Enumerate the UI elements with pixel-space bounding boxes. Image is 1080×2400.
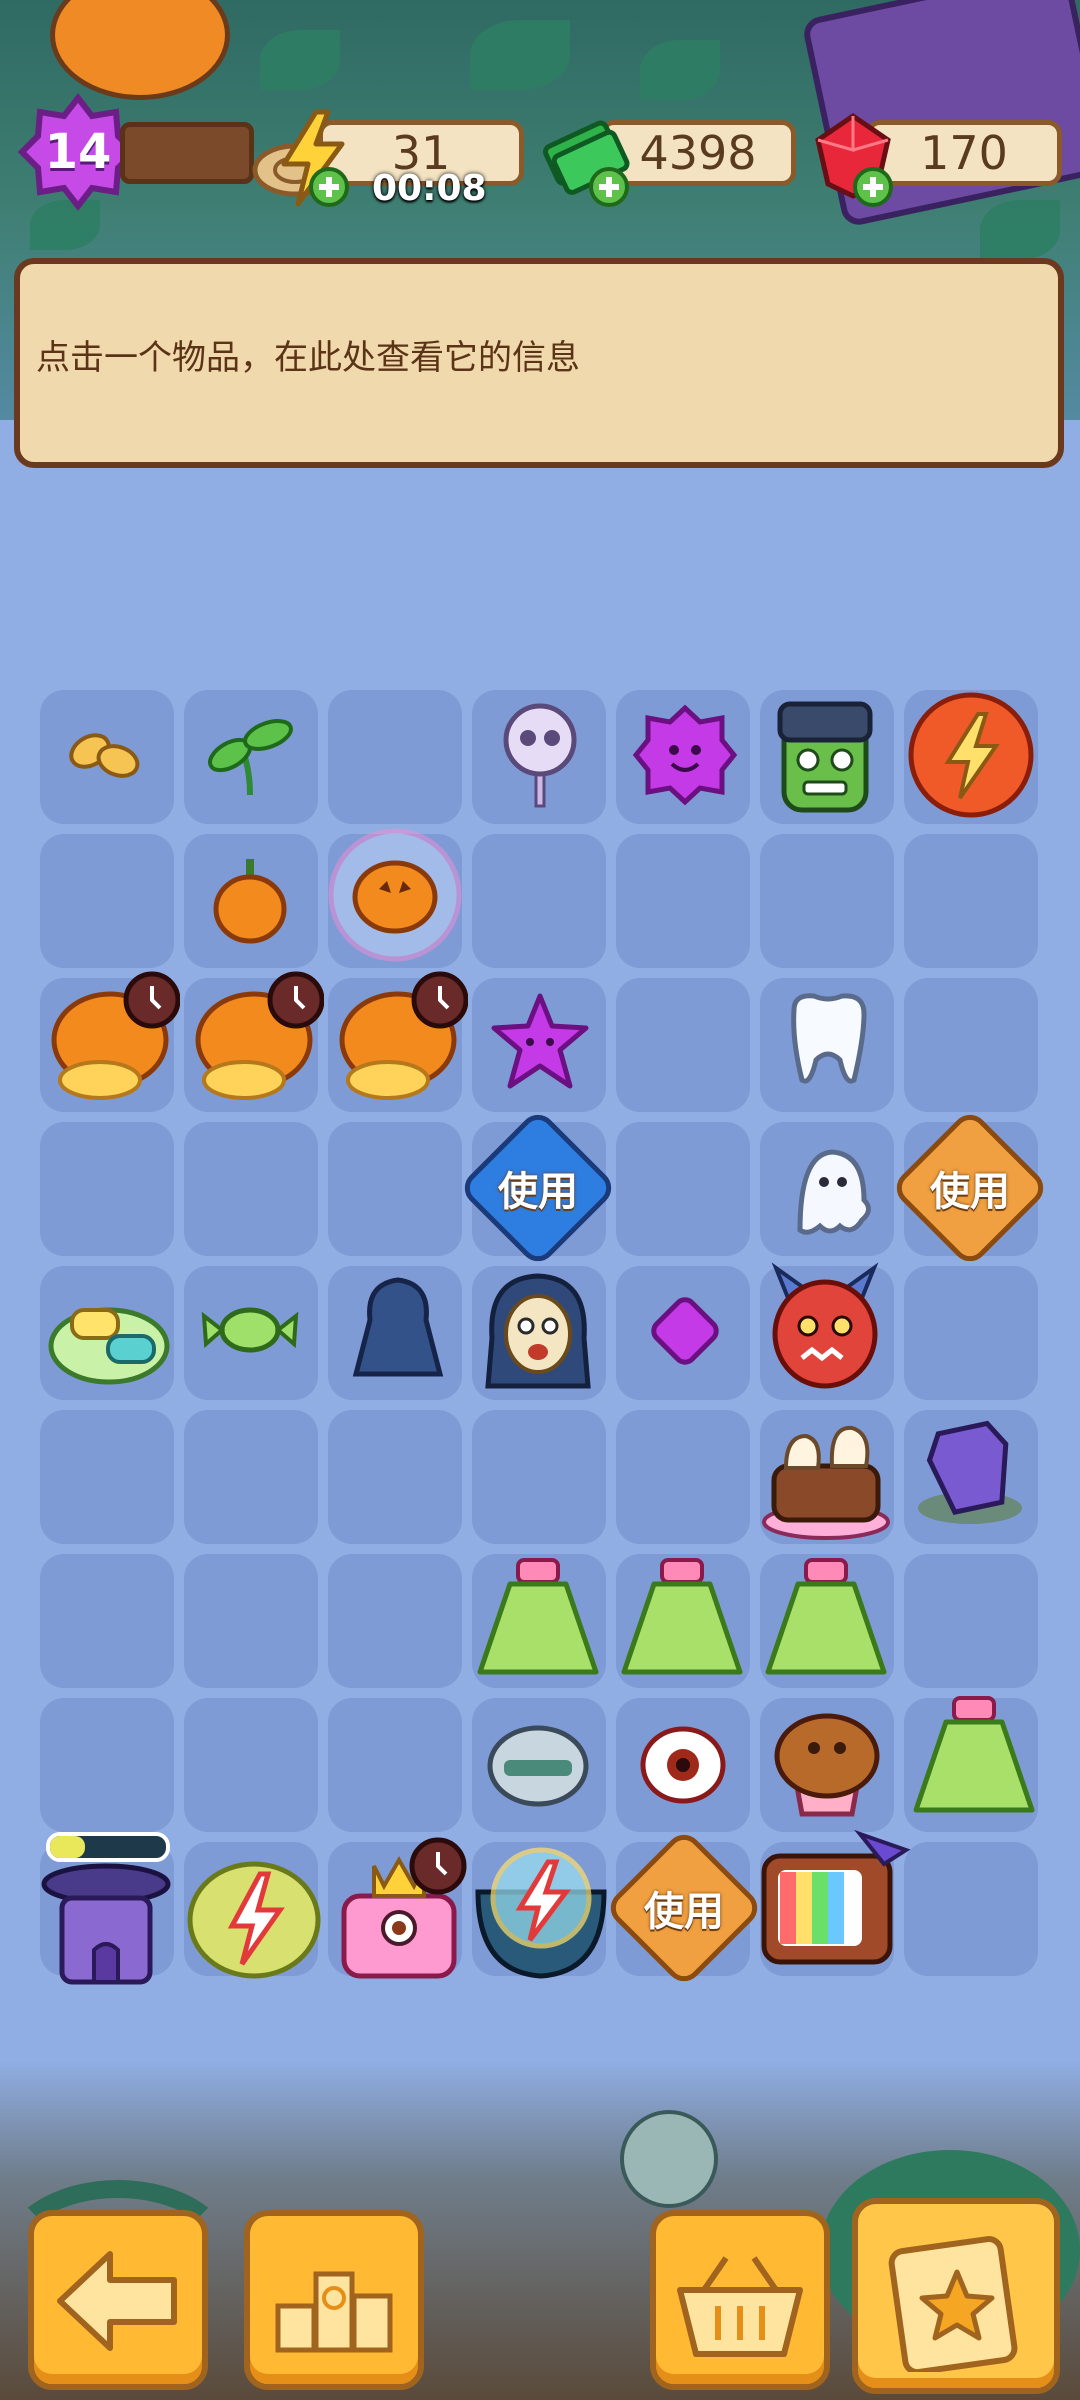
ghost-cake-item[interactable] [756, 1406, 896, 1542]
board-cell-r2-c5[interactable] [616, 834, 750, 968]
board-cell-r6-c1[interactable] [40, 1410, 174, 1544]
seeds-item[interactable] [60, 715, 150, 795]
use-label: 使用 [930, 1169, 1010, 1215]
board-cell-r2-c1[interactable] [40, 834, 174, 968]
board-cell-r4-c5[interactable] [616, 1122, 750, 1256]
lemon-energy-generator[interactable] [180, 1834, 328, 1984]
use-label: 使用 [644, 1889, 724, 1935]
purple-slime-star-item[interactable] [488, 990, 592, 1094]
purple-gem-item[interactable] [640, 1286, 730, 1376]
board-cell-r6-c4[interactable] [472, 1410, 606, 1544]
mummy-head-item[interactable] [484, 1720, 592, 1810]
leaderboard-button[interactable] [244, 2210, 424, 2390]
board-cell-r7-c2[interactable] [184, 1554, 318, 1688]
candy-plate-item[interactable] [44, 1270, 174, 1390]
purple-slime-flower-item[interactable] [630, 700, 740, 810]
board-cell-r5-c7[interactable] [904, 1266, 1038, 1400]
shop-button[interactable] [650, 2210, 830, 2390]
ghost-item[interactable] [780, 1140, 880, 1240]
add-cash-icon[interactable] [588, 166, 630, 208]
use-booster-orange[interactable]: 使用 [889, 1107, 1051, 1269]
energy-timer: 00:08 [372, 168, 487, 209]
board-cell-r8-c3[interactable] [328, 1698, 462, 1832]
cauldron-energy-generator[interactable] [458, 1822, 624, 1992]
skull-lollipop-item[interactable] [492, 700, 588, 810]
tooth-item[interactable] [780, 990, 876, 1090]
basket-icon [677, 2256, 803, 2357]
board-cell-r6-c2[interactable] [184, 1410, 318, 1544]
gem-value: 170 [920, 126, 1008, 180]
pumpkin-cart-item-1[interactable] [40, 970, 180, 1110]
muffin-item[interactable] [768, 1700, 886, 1820]
coffin-item[interactable] [910, 1412, 1030, 1532]
podium-icon [275, 2271, 393, 2353]
pumpkin-item[interactable] [210, 855, 290, 945]
board-cell-r1-c3[interactable] [328, 690, 462, 824]
cash-value: 4398 [639, 126, 757, 180]
board-cell-r2-c6[interactable] [760, 834, 894, 968]
back-button[interactable] [28, 2210, 208, 2390]
eyeball-item[interactable] [636, 1722, 730, 1808]
board-cell-r8-c1[interactable] [40, 1698, 174, 1832]
use-label: 使用 [498, 1169, 578, 1215]
board-cell-r4-c3[interactable] [328, 1122, 462, 1256]
add-energy-icon[interactable] [308, 166, 350, 208]
dark-cloak-item[interactable] [340, 1270, 456, 1386]
board-cell-r7-c3[interactable] [328, 1554, 462, 1688]
sprout-item[interactable] [200, 705, 300, 805]
xp-progress-bar [120, 122, 254, 184]
board-cell-r4-c2[interactable] [184, 1122, 318, 1256]
info-panel-text: 点击一个物品，在此处查看它的信息 [36, 338, 580, 378]
board-cell-r7-c7[interactable] [904, 1554, 1038, 1688]
use-booster-blue[interactable]: 使用 [457, 1107, 619, 1269]
board-cell-r3-c5[interactable] [616, 978, 750, 1112]
board-cell-r3-c7[interactable] [904, 978, 1038, 1112]
energy-orb-item[interactable] [906, 690, 1036, 820]
arrow-left-icon [57, 2251, 177, 2351]
bubbled-jack-o-lantern-item[interactable] [325, 825, 465, 965]
tv-generator[interactable] [756, 1830, 914, 1980]
clipboard-star-icon [888, 2236, 1018, 2372]
haunted-house-generator[interactable] [38, 1858, 174, 1988]
tasks-button[interactable] [852, 2198, 1060, 2394]
pumpkin-cart-item-2[interactable] [184, 970, 324, 1110]
green-candy-item[interactable] [200, 1290, 300, 1370]
use-booster-orange-2[interactable]: 使用 [603, 1827, 765, 1989]
board-cell-r9-c7[interactable] [904, 1842, 1038, 1976]
board-cell-r7-c1[interactable] [40, 1554, 174, 1688]
add-gem-icon[interactable] [852, 166, 894, 208]
pumpkin-cart-item-3[interactable] [328, 970, 468, 1110]
fairy-dress-item-3[interactable] [756, 1548, 896, 1688]
nun-zombie-item[interactable] [476, 1268, 600, 1392]
board-cell-r2-c7[interactable] [904, 834, 1038, 968]
fairy-dress-item-4[interactable] [904, 1686, 1044, 1826]
board-cell-r4-c1[interactable] [40, 1122, 174, 1256]
cupcake-castle-generator[interactable] [324, 1836, 474, 1986]
fairy-dress-item-2[interactable] [612, 1548, 752, 1688]
board-cell-r6-c5[interactable] [616, 1410, 750, 1544]
board-cell-r2-c4[interactable] [472, 834, 606, 968]
fairy-dress-item-1[interactable] [468, 1548, 608, 1688]
devil-head-item[interactable] [758, 1262, 892, 1396]
board-cell-r6-c3[interactable] [328, 1410, 462, 1544]
frankenstein-head-item[interactable] [760, 690, 890, 820]
board-cell-r8-c2[interactable] [184, 1698, 318, 1832]
